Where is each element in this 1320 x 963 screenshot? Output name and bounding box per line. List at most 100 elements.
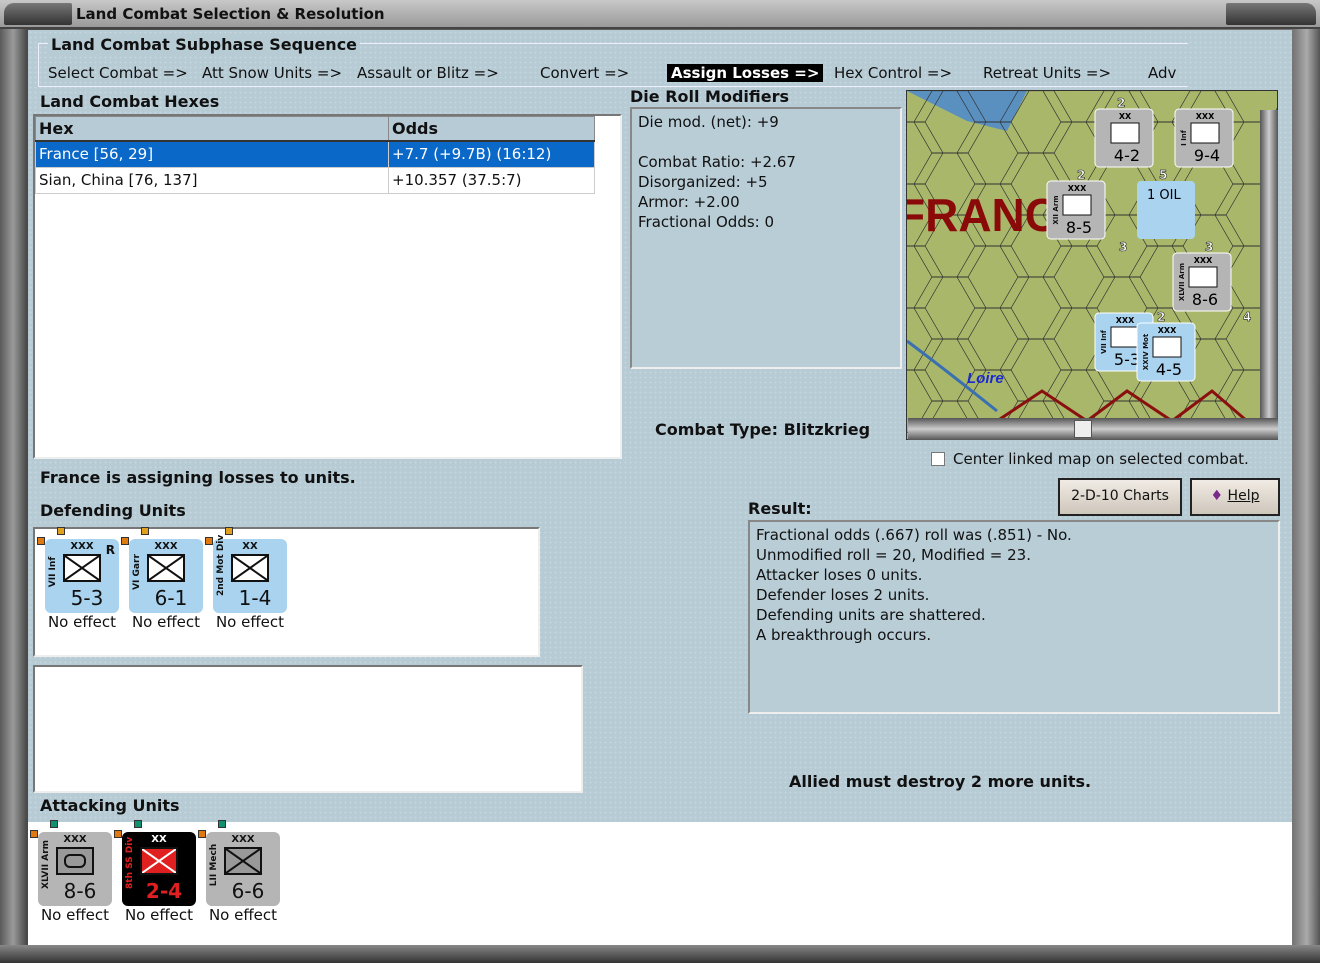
result-title: Result: xyxy=(748,499,812,518)
help-label: Help xyxy=(1227,488,1260,504)
map-unit-strength: 8-5 xyxy=(1066,218,1092,237)
oil-label: 1 OIL xyxy=(1147,188,1181,203)
modifier-line xyxy=(638,132,894,152)
map-unit-counter[interactable]: XXX 8-5 XII Arm xyxy=(1046,180,1106,240)
result-line: Defender loses 2 units. xyxy=(756,586,930,604)
unit-type-icon xyxy=(63,554,101,582)
combat-type: Combat Type: Blitzkrieg xyxy=(655,420,871,439)
unit-counter[interactable]: XXX XLVII Arm 8-6 xyxy=(30,820,112,906)
unit-counter[interactable]: XXX VI Garr 6-1 xyxy=(121,527,203,613)
stack-count: 2 xyxy=(1117,96,1125,110)
help-button[interactable]: ♦ Help xyxy=(1190,478,1280,516)
unit-counter[interactable]: XX 8th SS Div 2-4 xyxy=(114,820,196,906)
linked-map[interactable]: FRANC Loire XXX 5-3 VII Inf XXX 8-5 XII Arm XX… xyxy=(906,90,1278,440)
country-label: FRANC xyxy=(907,189,1058,241)
map-unit-counter[interactable]: XXX 9-4 I Inf xyxy=(1174,108,1234,168)
unit-effect: No effect xyxy=(124,906,194,924)
map-vertical-scrollbar[interactable] xyxy=(1260,110,1278,440)
map-unit-type-icon xyxy=(1188,266,1218,288)
unit-marker xyxy=(50,820,58,828)
unit-type-icon xyxy=(147,554,185,582)
center-map-checkbox[interactable] xyxy=(931,452,945,466)
unit-name: 8th SS Div xyxy=(125,836,135,889)
map-unit-type-icon xyxy=(1110,326,1140,348)
map-unit-type-icon xyxy=(1110,122,1140,144)
sequence-step: Adv xyxy=(1148,64,1177,82)
unit-counter[interactable]: XXX VII Inf 5-3 R xyxy=(37,527,119,613)
status-message: France is assigning losses to units. xyxy=(40,468,356,487)
unit-strength: 8-6 xyxy=(63,879,97,903)
map-horizontal-scrollbar[interactable] xyxy=(908,418,1278,440)
modifiers-panel: Die mod. (net): +9 Combat Ratio: +2.67 Dis… xyxy=(630,107,902,369)
hex-row[interactable]: France [56, 29] +7.7 (+9.7B) (16:12) xyxy=(35,140,595,168)
map-unit-size: XXX xyxy=(1116,316,1135,325)
unit-marker xyxy=(37,537,45,545)
unit-marker xyxy=(57,527,65,535)
unit-strength: 5-3 xyxy=(70,586,104,610)
center-map-label: Center linked map on selected combat. xyxy=(953,450,1249,468)
sequence-step: Assault or Blitz => xyxy=(357,64,499,82)
result-line: Attacker loses 0 units. xyxy=(756,566,923,584)
unit-marker xyxy=(205,537,213,545)
map-unit-counter[interactable]: XX 4-2 xyxy=(1094,108,1154,168)
unit-type-icon xyxy=(224,847,262,875)
charts-button[interactable]: 2-D-10 Charts xyxy=(1058,478,1182,516)
column-odds[interactable]: Odds xyxy=(388,116,595,142)
unit-type-icon xyxy=(231,554,269,582)
oil-resource: 1 OIL xyxy=(1137,181,1195,239)
hexes-list[interactable]: Hex Odds France [56, 29] +7.7 (+9.7B) (16… xyxy=(33,114,622,459)
sequence-step: Assign Losses => xyxy=(667,64,824,82)
map-unit-size: XXX xyxy=(1158,326,1177,335)
unit-type-icon xyxy=(56,847,94,875)
unit-strength: 2-4 xyxy=(145,879,183,903)
map-unit-strength: 4-5 xyxy=(1156,360,1182,379)
unit-marker xyxy=(141,527,149,535)
stack-count: 4 xyxy=(1243,310,1251,324)
window-controls[interactable] xyxy=(1226,3,1316,25)
scroll-thumb[interactable] xyxy=(1074,420,1092,438)
defending-title: Defending Units xyxy=(40,501,186,520)
sequence-step: Att Snow Units => xyxy=(202,64,343,82)
attacking-title: Attacking Units xyxy=(40,796,180,815)
map-unit-counter[interactable]: XXX 8-6 XLVII Arm xyxy=(1172,252,1232,312)
allied-message: Allied must destroy 2 more units. xyxy=(789,772,1092,791)
map-unit-size: XXX xyxy=(1068,184,1087,193)
unit-strength: 1-4 xyxy=(238,586,272,610)
attacking-units-box: XXX XLVII Arm 8-6 No effect XX 8th SS Div 2-4 N… xyxy=(28,820,1292,945)
stack-count: 3 xyxy=(1205,240,1213,254)
unit-strength: 6-1 xyxy=(154,586,188,610)
main-content: Land Combat Subphase Sequence Select Com… xyxy=(28,30,1292,945)
map-unit-strength: 8-6 xyxy=(1192,290,1218,309)
column-hex[interactable]: Hex xyxy=(35,116,389,142)
map-unit-size: XXX xyxy=(1194,256,1213,265)
modifier-line: Armor: +2.00 xyxy=(638,193,740,211)
stack-count: 3 xyxy=(1119,240,1127,254)
unit-marker xyxy=(30,830,38,838)
odds-cell: +10.357 (37.5:7) xyxy=(388,166,595,194)
map-unit-strength: 4-2 xyxy=(1114,146,1140,165)
unit-name: VII Inf xyxy=(48,556,58,588)
map-unit-strength: 9-4 xyxy=(1194,146,1220,165)
stack-count: 5 xyxy=(1159,168,1167,182)
unit-effect: No effect xyxy=(208,906,278,924)
stack-count: 2 xyxy=(1077,168,1085,182)
result-line: Fractional odds (.667) roll was (.851) -… xyxy=(756,526,1072,544)
unit-name: LII Mech xyxy=(209,843,219,887)
unit-effect: No effect xyxy=(40,906,110,924)
sequence-step: Convert => xyxy=(540,64,630,82)
unit-effect: No effect xyxy=(131,613,201,631)
unit-counter[interactable]: XXX LII Mech 6-6 xyxy=(198,820,280,906)
window-menu-button[interactable] xyxy=(4,3,72,25)
unit-strength: 6-6 xyxy=(231,879,265,903)
hex-row[interactable]: Sian, China [76, 137] +10.357 (37.5:7) xyxy=(35,166,595,194)
map-unit-strength: 5-3 xyxy=(1114,350,1140,369)
modifier-line: Disorganized: +5 xyxy=(638,173,768,191)
map-unit-counter[interactable]: XXX 4-5 XXIV Mot xyxy=(1136,322,1196,382)
unit-marker xyxy=(225,527,233,535)
result-panel: Fractional odds (.667) roll was (.851) -… xyxy=(748,520,1280,714)
defending-units-box: XXX VII Inf 5-3 R No effect XXX VI Garr 6-1 No e… xyxy=(33,527,540,657)
modifiers-title: Die Roll Modifiers xyxy=(630,87,790,106)
unit-counter[interactable]: XX 2nd Mot Div 1-4 xyxy=(205,527,287,613)
map-unit-type-icon xyxy=(1152,336,1182,358)
map-unit-name: VII Inf xyxy=(1100,329,1108,354)
